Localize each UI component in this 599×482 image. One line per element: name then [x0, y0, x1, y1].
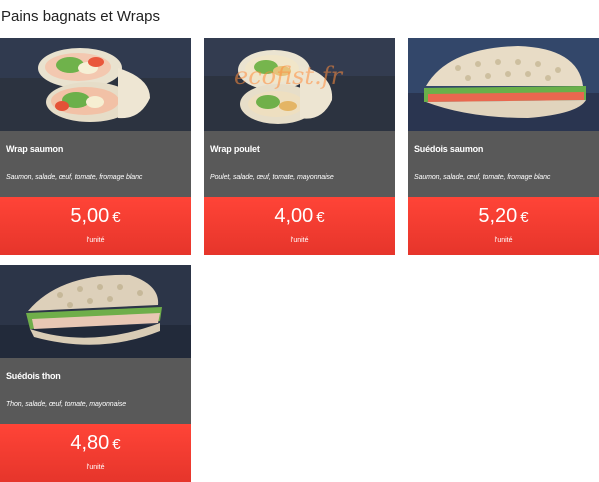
unit-label: l'unité — [86, 464, 105, 471]
price-line: 4,00 € — [204, 204, 395, 230]
section-title: Pains bagnats et Wraps — [1, 8, 160, 25]
product-name[interactable]: Wrap saumon — [6, 144, 63, 154]
price-box: 4,80 € l'unité — [0, 424, 191, 482]
product-name[interactable]: Suédois saumon — [414, 144, 483, 154]
product-card[interactable]: Suédois saumon Saumon, salade, œuf, toma… — [408, 38, 599, 255]
price-value: 4,00 — [274, 205, 314, 227]
price-box: 4,00 € l'unité — [204, 197, 395, 255]
product-card[interactable]: Suédois thon Thon, salade, œuf, tomate, … — [0, 265, 191, 482]
swedish-salmon-sandwich-image[interactable] — [408, 38, 599, 131]
watermark-text: ecofist.fr — [234, 62, 343, 90]
product-description: Saumon, salade, œuf, tomate, fromage bla… — [414, 174, 551, 181]
currency-symbol: € — [520, 209, 529, 226]
price-value: 5,20 — [478, 205, 518, 227]
price-box: 5,00 € l'unité — [0, 197, 191, 255]
price-box: 5,20 € l'unité — [408, 197, 599, 255]
currency-symbol: € — [112, 209, 121, 226]
product-description: Thon, salade, œuf, tomate, mayonnaise — [6, 401, 127, 408]
swedish-tuna-sandwich-image[interactable] — [0, 265, 191, 358]
product-card[interactable]: Wrap saumon Saumon, salade, œuf, tomate,… — [0, 38, 191, 255]
product-name[interactable]: Suédois thon — [6, 371, 61, 381]
product-description: Saumon, salade, œuf, tomate, fromage bla… — [6, 174, 143, 181]
price-line: 5,20 € — [408, 204, 599, 230]
unit-label: l'unité — [86, 237, 105, 244]
product-name[interactable]: Wrap poulet — [210, 144, 260, 154]
unit-label: l'unité — [290, 237, 309, 244]
product-card[interactable]: ecofist.fr Wrap poulet Poulet, salade, œ… — [204, 38, 395, 255]
price-value: 5,00 — [70, 205, 110, 227]
price-line: 5,00 € — [0, 204, 191, 230]
price-value: 4,80 — [70, 432, 110, 454]
product-description: Poulet, salade, œuf, tomate, mayonnaise — [210, 174, 334, 181]
price-line: 4,80 € — [0, 431, 191, 457]
currency-symbol: € — [112, 436, 121, 453]
currency-symbol: € — [316, 209, 325, 226]
unit-label: l'unité — [494, 237, 513, 244]
wrap-salmon-image[interactable] — [0, 38, 191, 131]
